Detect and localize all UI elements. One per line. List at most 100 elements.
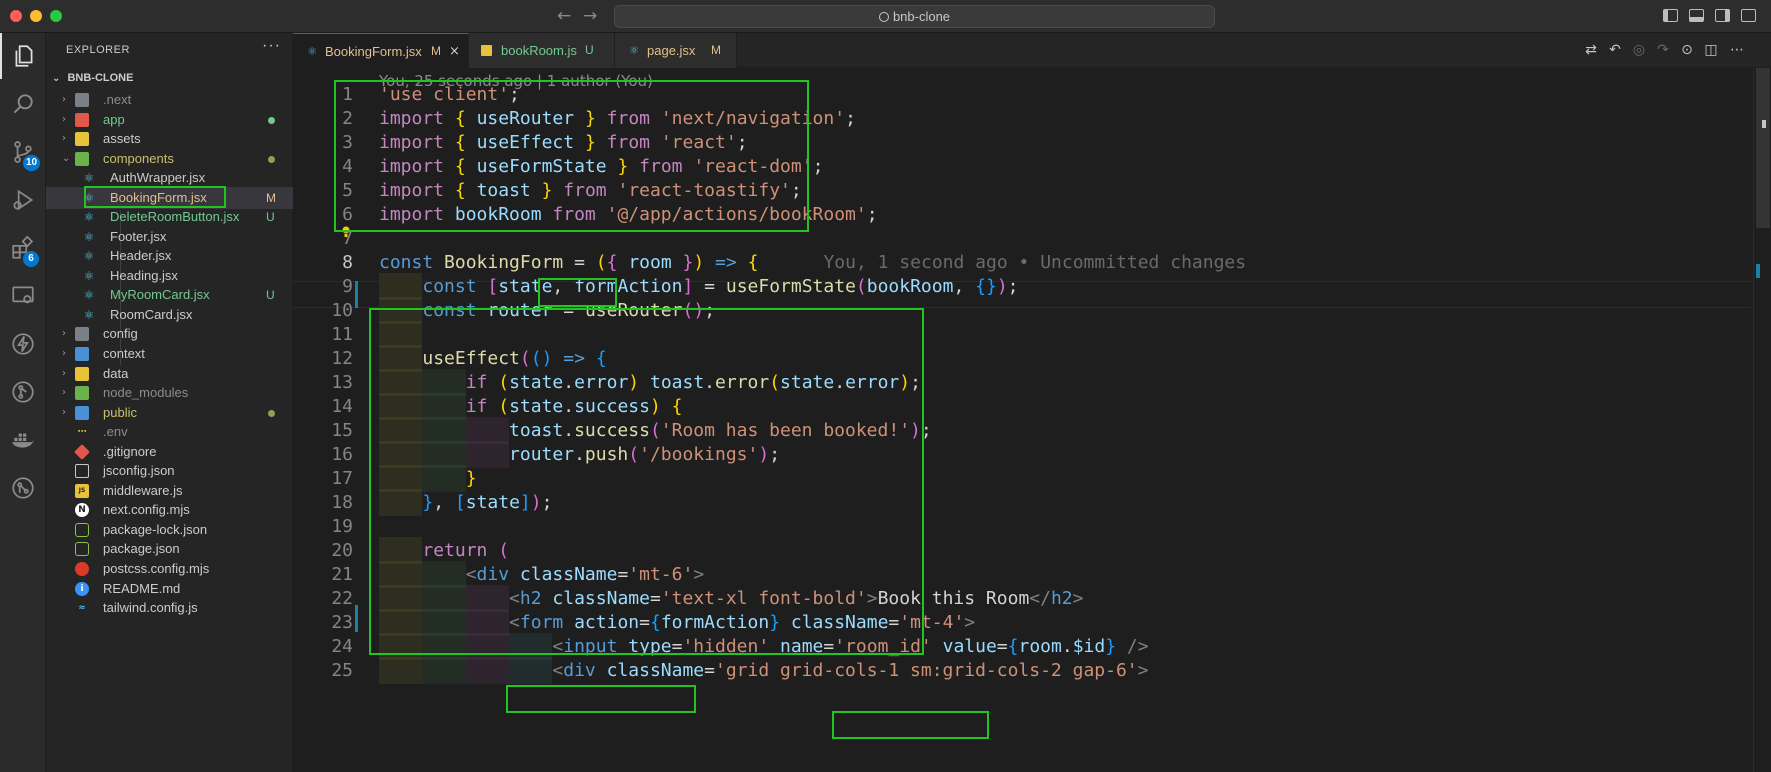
- line-number[interactable]: 14: [293, 393, 353, 420]
- folder-icon: [75, 386, 89, 401]
- code-token: div: [476, 564, 510, 585]
- close-icon[interactable]: ×: [449, 34, 460, 69]
- line-number[interactable]: 4: [293, 153, 353, 180]
- line-number[interactable]: 15: [293, 417, 353, 444]
- customize-layout-icon[interactable]: [1741, 9, 1756, 22]
- code-token: =>: [715, 252, 737, 273]
- next-change-icon[interactable]: ↷: [1655, 42, 1671, 58]
- code-line[interactable]: 13 if (state.error) toast.error(state.er…: [293, 369, 1771, 396]
- maximize-window-button[interactable]: [50, 10, 62, 22]
- line-number[interactable]: 7: [293, 225, 353, 252]
- line-number[interactable]: 21: [293, 561, 353, 588]
- code-line[interactable]: 7: [293, 225, 1771, 252]
- run-debug-activity[interactable]: [0, 177, 46, 223]
- code-line[interactable]: 14 if (state.success) {: [293, 393, 1771, 420]
- line-number[interactable]: 18: [293, 489, 353, 516]
- code-line[interactable]: 19: [293, 513, 1771, 540]
- sidebar-item-tailwind-config[interactable]: ≈ tailwind.config.js: [46, 597, 293, 619]
- activity-bar: 10 6: [0, 33, 46, 772]
- code-line[interactable]: 25 <div className='grid grid-cols-1 sm:g…: [293, 657, 1771, 684]
- git-graph-activity[interactable]: [0, 369, 46, 415]
- env-file-icon: ⋯: [77, 427, 87, 438]
- code-line[interactable]: 1 'use client';: [293, 81, 1771, 108]
- line-number[interactable]: 6: [293, 201, 353, 228]
- thunder-client-activity[interactable]: [0, 321, 46, 367]
- line-number[interactable]: 13: [293, 369, 353, 396]
- code-line[interactable]: 9 const [state, formAction] = useFormSta…: [293, 273, 1771, 300]
- vertical-scrollbar[interactable]: [1753, 68, 1771, 772]
- code-line[interactable]: 24 <input type='hidden' name='room_id' v…: [293, 633, 1771, 660]
- code-line[interactable]: 20 return (: [293, 537, 1771, 564]
- code-content: router.push('/bookings');: [379, 441, 780, 468]
- close-window-button[interactable]: [10, 10, 22, 22]
- code-editor[interactable]: You, 25 seconds ago | 1 author (You) 1'u…: [293, 68, 1771, 772]
- toggle-secondary-sidebar-icon[interactable]: [1715, 9, 1730, 22]
- code-line[interactable]: 11: [293, 321, 1771, 348]
- code-line[interactable]: 8 const BookingForm = ({ room }) => { You…: [293, 249, 1771, 276]
- line-number[interactable]: 3: [293, 129, 353, 156]
- line-number[interactable]: 23: [293, 609, 353, 636]
- scrollbar-thumb[interactable]: [1756, 68, 1770, 228]
- code-line[interactable]: 22 <h2 className='text-xl font-bold'>Boo…: [293, 585, 1771, 612]
- line-number[interactable]: 1: [293, 81, 353, 108]
- line-number[interactable]: 19: [293, 513, 353, 540]
- line-number[interactable]: 11: [293, 321, 353, 348]
- code-line[interactable]: 18 }, [state]);: [293, 489, 1771, 516]
- line-number[interactable]: 24: [293, 633, 353, 660]
- code-token: toast: [476, 180, 531, 201]
- timeline-icon[interactable]: ◎: [1631, 42, 1647, 58]
- code-token: if: [465, 396, 488, 417]
- line-number[interactable]: 2: [293, 105, 353, 132]
- line-number[interactable]: 20: [293, 537, 353, 564]
- code-line[interactable]: 12 useEffect(() => {: [293, 345, 1771, 372]
- line-number[interactable]: 25: [293, 657, 353, 684]
- split-editor-icon[interactable]: ◫: [1703, 42, 1719, 58]
- source-control-activity[interactable]: 10: [0, 129, 46, 175]
- tab-bookroom[interactable]: bookRoom.js U: [469, 33, 615, 68]
- code-line[interactable]: 4 import { useFormState } from 'react-dom…: [293, 153, 1771, 180]
- code-line[interactable]: 5 import { toast } from 'react-toastify';: [293, 177, 1771, 204]
- line-number[interactable]: 22: [293, 585, 353, 612]
- forward-arrow-icon[interactable]: →: [583, 6, 597, 26]
- line-number[interactable]: 8: [293, 249, 353, 276]
- tab-bookingform[interactable]: ⚛ BookingForm.jsx M ×: [293, 33, 469, 68]
- code-line[interactable]: 16 router.push('/bookings');: [293, 441, 1771, 468]
- code-token: import: [379, 156, 445, 177]
- line-number[interactable]: 10: [293, 297, 353, 324]
- line-number[interactable]: 9: [293, 273, 353, 300]
- code-token: =>: [563, 348, 585, 369]
- project-root[interactable]: ⌄ BNB-CLONE: [46, 67, 293, 89]
- code-line[interactable]: 3 import { useEffect } from 'react';: [293, 129, 1771, 156]
- tab-page[interactable]: ⚛ page.jsx M: [615, 33, 737, 68]
- docker-activity[interactable]: [0, 417, 46, 463]
- code-line[interactable]: 17 }: [293, 465, 1771, 492]
- line-number[interactable]: 12: [293, 345, 353, 372]
- code-line[interactable]: 2 import { useRouter } from 'next/navigat…: [293, 105, 1771, 132]
- code-line[interactable]: 15 toast.success('Room has been booked!'…: [293, 417, 1771, 444]
- open-changes-icon[interactable]: ⇄: [1583, 42, 1599, 58]
- code-line[interactable]: 10 const router = useRouter();: [293, 297, 1771, 324]
- search-activity[interactable]: [0, 81, 46, 127]
- extensions-activity[interactable]: 6: [0, 225, 46, 271]
- toggle-panel-icon[interactable]: [1689, 9, 1704, 22]
- git-compare-icon[interactable]: ⊙: [1679, 42, 1695, 58]
- line-number[interactable]: 16: [293, 441, 353, 468]
- minimize-window-button[interactable]: [30, 10, 42, 22]
- more-actions-button[interactable]: ···: [262, 37, 281, 55]
- remote-explorer-activity[interactable]: [0, 273, 46, 319]
- previous-change-icon[interactable]: ↶: [1607, 42, 1623, 58]
- code-line[interactable]: 23 <form action={formAction} className='…: [293, 609, 1771, 636]
- line-number[interactable]: 5: [293, 177, 353, 204]
- back-arrow-icon[interactable]: ←: [557, 6, 571, 26]
- code-token: =: [671, 636, 683, 657]
- line-number[interactable]: 17: [293, 465, 353, 492]
- explorer-activity[interactable]: [0, 33, 46, 79]
- code-line[interactable]: 6 import bookRoom from '@/app/actions/boo…: [293, 201, 1771, 228]
- code-token: ): [996, 276, 1008, 297]
- more-actions-icon[interactable]: ⋯: [1729, 42, 1745, 58]
- gitlens-activity[interactable]: [0, 465, 46, 511]
- command-center-search[interactable]: bnb-clone: [614, 5, 1215, 28]
- code-line[interactable]: 21 <div className='mt-6'>: [293, 561, 1771, 588]
- toggle-primary-sidebar-icon[interactable]: [1663, 9, 1678, 22]
- code-content: import { toast } from 'react-toastify';: [379, 177, 802, 204]
